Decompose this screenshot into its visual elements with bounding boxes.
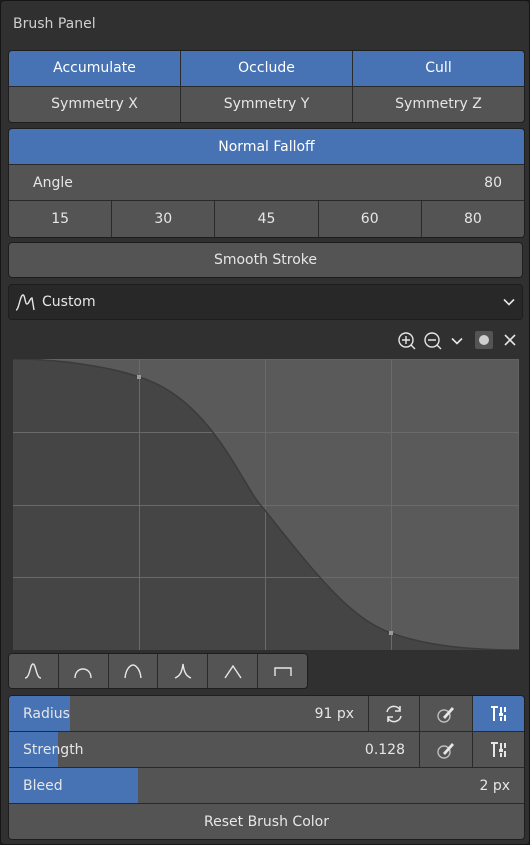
falloff-dropdown[interactable]: Custom	[8, 284, 523, 320]
radius-label: Radius	[23, 705, 70, 722]
zoom-in-icon[interactable]	[397, 331, 417, 351]
angle-value: 80	[484, 174, 502, 191]
reset-brush-color-button[interactable]: Reset Brush Color	[9, 804, 524, 839]
bleed-label: Bleed	[23, 777, 63, 794]
brush-settings-grid: Radius 91 px Strength 0.128 Bleed 2 px R…	[8, 695, 525, 840]
panel-title: Brush Panel	[13, 16, 96, 32]
mode-symmetry-grid: Accumulate Occlude Cull Symmetry X Symme…	[8, 50, 525, 123]
angle-preset-45[interactable]: 45	[215, 201, 319, 237]
angle-label: Angle	[33, 174, 73, 191]
angle-preset-60[interactable]: 60	[318, 201, 422, 237]
angle-preset-80[interactable]: 80	[421, 201, 524, 237]
bleed-slider[interactable]: Bleed 2 px	[9, 768, 524, 803]
angle-preset-15[interactable]: 15	[9, 201, 113, 237]
accumulate-toggle[interactable]: Accumulate	[9, 51, 181, 87]
curve-control-point[interactable]	[137, 375, 141, 379]
preset-root-icon[interactable]	[108, 654, 159, 688]
normal-falloff-toggle[interactable]: Normal Falloff	[9, 129, 524, 165]
symmetry-x-toggle[interactable]: Symmetry X	[9, 86, 181, 122]
symmetry-z-toggle[interactable]: Symmetry Z	[353, 86, 524, 122]
preset-constant-icon[interactable]	[258, 654, 307, 688]
cull-toggle[interactable]: Cull	[353, 51, 524, 87]
curve-control-point[interactable]	[389, 631, 393, 635]
preset-smooth-icon[interactable]	[9, 654, 59, 688]
symmetry-y-toggle[interactable]: Symmetry Y	[181, 86, 353, 122]
radius-slider[interactable]: Radius 91 px	[9, 696, 368, 731]
curve-menu-chevron-icon[interactable]	[449, 333, 465, 353]
brush-panel: Brush Panel Accumulate Occlude Cull Symm…	[0, 0, 530, 845]
preset-sharp-icon[interactable]	[158, 654, 209, 688]
delete-point-icon[interactable]	[502, 332, 518, 352]
falloff-selected: Custom	[42, 294, 96, 310]
preset-sphere-icon[interactable]	[58, 654, 109, 688]
falloff-curve-icon	[15, 292, 35, 316]
bleed-value: 2 px	[479, 777, 510, 794]
zoom-out-icon[interactable]	[423, 331, 443, 351]
occlude-toggle[interactable]: Occlude	[181, 51, 353, 87]
normal-falloff-group: Normal Falloff Angle 80 15 30 45 60 80	[8, 128, 525, 238]
radius-unified-icon[interactable]	[472, 696, 524, 731]
angle-preset-30[interactable]: 30	[112, 201, 216, 237]
curve-preset-bar	[8, 653, 308, 689]
preset-linear-icon[interactable]	[208, 654, 259, 688]
falloff-curve-editor[interactable]	[13, 359, 519, 650]
radius-value: 91 px	[314, 705, 354, 722]
handle-type-icon[interactable]	[474, 330, 494, 350]
radius-unit-toggle-icon[interactable]	[368, 696, 419, 731]
strength-unified-icon[interactable]	[472, 732, 524, 767]
chevron-down-icon	[502, 295, 516, 313]
strength-slider[interactable]: Strength 0.128	[9, 732, 419, 767]
radius-pressure-icon[interactable]	[419, 696, 472, 731]
strength-pressure-icon[interactable]	[419, 732, 472, 767]
strength-label: Strength	[23, 741, 84, 758]
angle-field[interactable]: Angle 80	[9, 165, 524, 201]
strength-value: 0.128	[364, 741, 405, 758]
smooth-stroke-button[interactable]: Smooth Stroke	[8, 242, 523, 278]
